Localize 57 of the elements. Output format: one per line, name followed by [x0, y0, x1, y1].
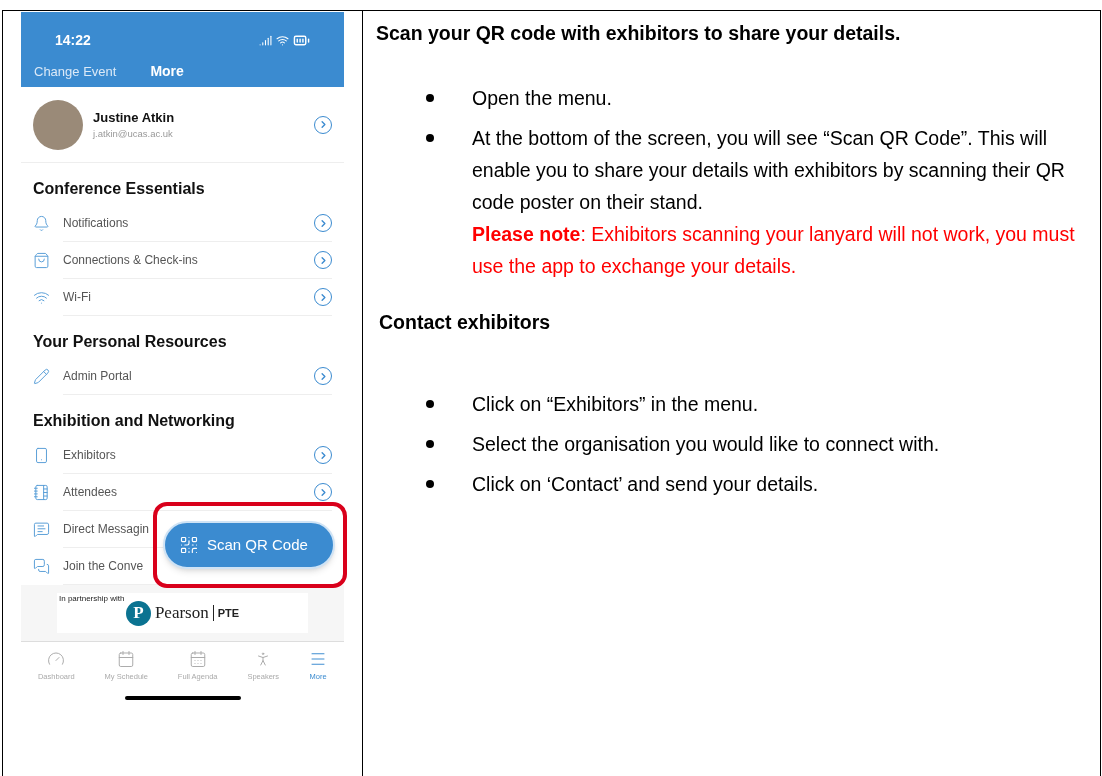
menu-item[interactable]: Connections & Check-ins — [21, 242, 344, 278]
menu-icon — [309, 650, 327, 668]
brand-name: Pearson — [154, 602, 209, 625]
profile-email: j.atkin@ucas.ac.uk — [93, 127, 174, 142]
menu-item[interactable]: Notifications — [21, 205, 344, 241]
menu-item-label: Attendees — [63, 484, 119, 501]
section-heading: Conference Essentials — [32, 179, 206, 199]
device-icon — [33, 446, 50, 464]
gauge-icon — [47, 650, 66, 668]
bullet-text: At the bottom of the screen, you will see “Scan QR Code”. This will enable you to share your details with exhibitors by scanning their QR code poster on their stand. — [472, 126, 1066, 216]
section-heading: Contact exhibitors — [379, 310, 552, 336]
chat-bubbles-icon — [33, 557, 50, 575]
pearson-logo-mark: P — [125, 600, 151, 626]
bullet-icon — [426, 479, 434, 488]
bullet-text: Select the organisation you would like to connect with. — [472, 431, 940, 457]
scan-qr-button[interactable]: Scan QR Code — [163, 521, 335, 569]
brand-product: PTE — [212, 604, 240, 622]
screen-title: More — [150, 62, 184, 81]
bell-icon — [33, 214, 50, 232]
status-time: 14:22 — [55, 30, 91, 50]
menu-item[interactable]: Attendees — [21, 474, 344, 510]
calendar-icon — [117, 650, 136, 668]
partner-caption: In partnership with — [59, 594, 125, 603]
bullet-text: Click on “Exhibitors” in the menu. — [472, 391, 759, 417]
menu-item[interactable]: Admin Portal — [21, 358, 344, 394]
wifi-status-icon — [276, 33, 289, 47]
menu-item[interactable]: Direct Messagin — [21, 511, 152, 547]
menu-item[interactable]: Wi-Fi — [21, 279, 344, 315]
bullet-text: Open the menu. — [472, 86, 612, 112]
section-heading: Scan your QR code with exhibitors to share your details. — [376, 21, 902, 46]
menu-item-label: Join the Conve — [63, 558, 144, 575]
menu-item-label: Exhibitors — [63, 447, 117, 464]
calendar-grid-icon — [188, 650, 207, 668]
menu-item-label: Direct Messagin — [63, 521, 150, 538]
bullet-icon — [426, 399, 434, 408]
avatar-placeholder — [33, 99, 83, 150]
section-heading: Exhibition and Networking — [32, 411, 236, 431]
profile-name: Justine Atkin — [93, 108, 176, 127]
bullet-icon — [426, 94, 434, 103]
bullet-icon — [426, 134, 434, 143]
section-heading: Your Personal Resources — [32, 332, 228, 352]
notebook-icon — [33, 483, 50, 501]
menu-item[interactable]: Join the Conve — [21, 548, 146, 584]
bullet-icon — [426, 439, 434, 448]
menu-item-label: Admin Portal — [63, 368, 133, 385]
qr-code-icon — [179, 535, 199, 555]
menu-item-label: Connections & Check-ins — [63, 252, 199, 269]
profile-row[interactable]: Justine Atkin j.atkin@ucas.ac.uk — [21, 87, 344, 163]
menu-item-label: Wi-Fi — [63, 289, 92, 306]
bullet-text: Click on ‘Contact’ and send your details. — [472, 471, 819, 497]
menu-item[interactable]: Exhibitors — [21, 437, 344, 473]
message-icon — [33, 520, 50, 538]
bag-icon — [33, 251, 50, 269]
signal-icon — [259, 33, 272, 47]
warning-note: Please note: Exhibitors scanning your lanyard will not work, you must use the app to exchange your details. — [472, 222, 1076, 280]
menu-item-label: Notifications — [63, 215, 130, 232]
pencil-icon — [33, 367, 50, 385]
